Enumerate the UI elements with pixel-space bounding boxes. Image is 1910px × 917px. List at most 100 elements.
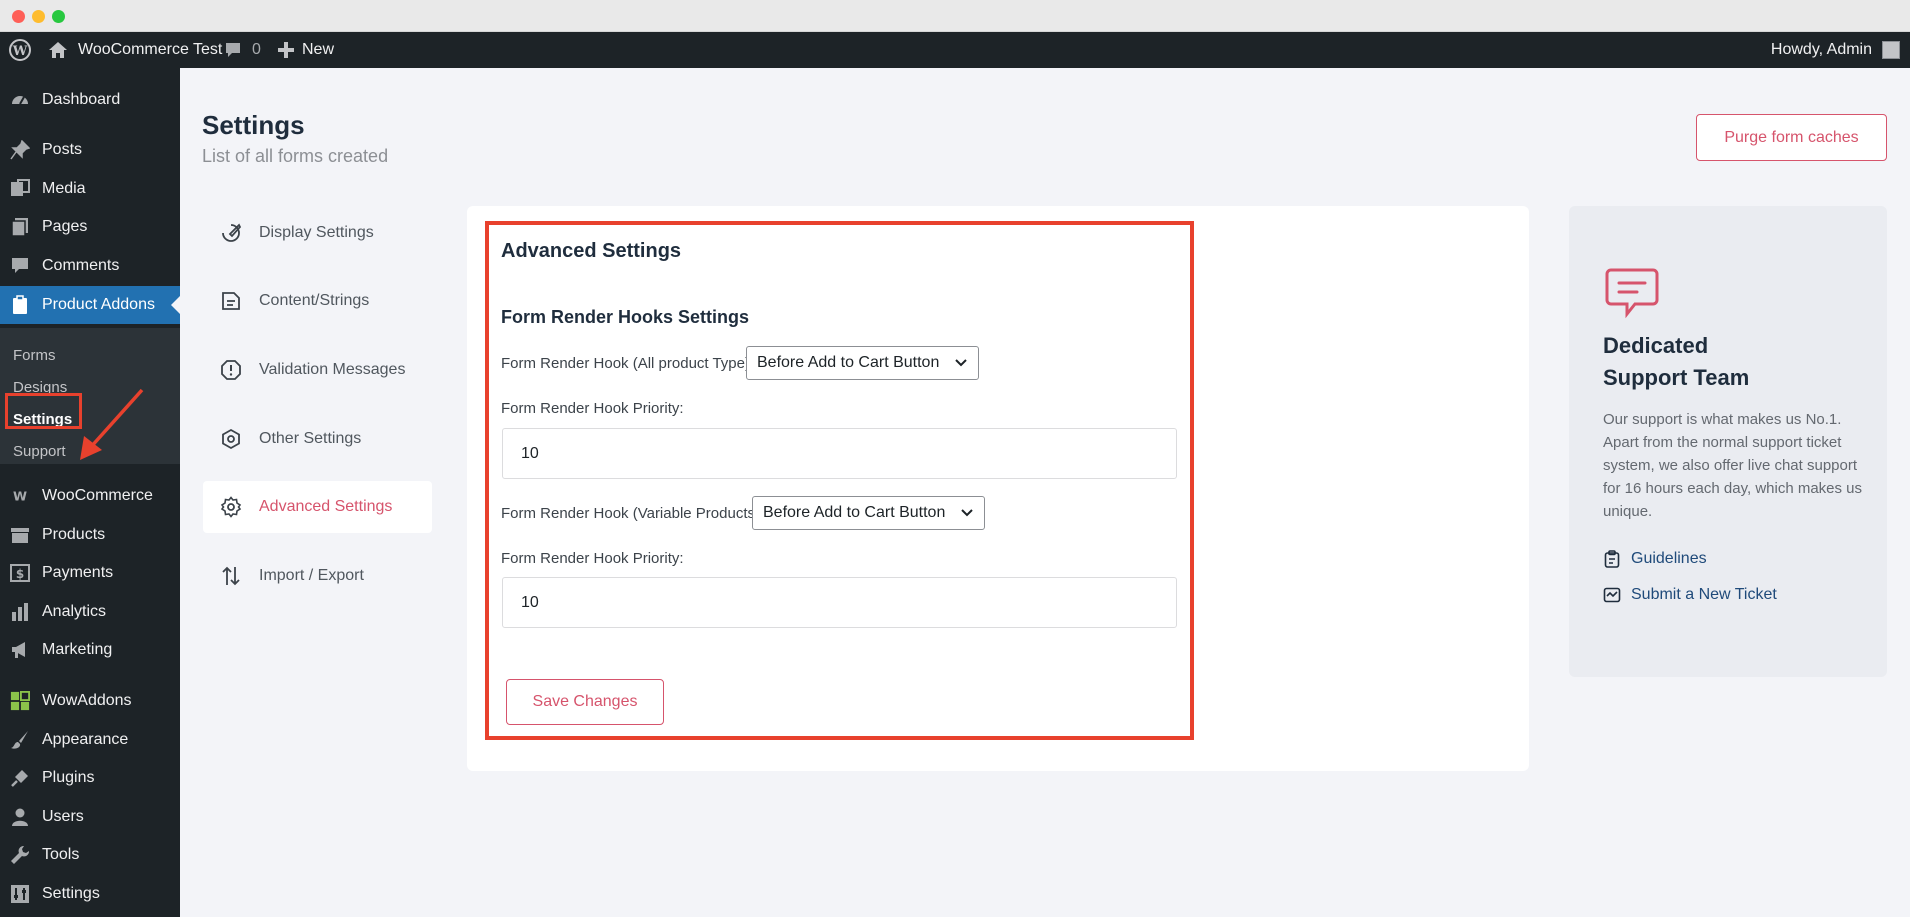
plus-icon [278, 42, 294, 58]
sidebar-item-products[interactable]: Products [0, 516, 180, 554]
guidelines-link[interactable]: Guidelines [1603, 550, 1707, 568]
sidebar-item-woocommerce[interactable]: W WooCommerce [0, 477, 180, 515]
sidebar-item-payments[interactable]: $ Payments [0, 554, 180, 592]
sidebar-item-pages[interactable]: Pages [0, 208, 180, 246]
advanced-settings-annotation-box [485, 221, 1194, 740]
tab-label: Content/Strings [259, 292, 370, 309]
sidebar-item-posts[interactable]: Posts [0, 131, 180, 169]
priority-variable-label: Form Render Hook Priority: [501, 550, 684, 567]
sidebar-item-dashboard[interactable]: Dashboard [0, 81, 180, 119]
archive-icon [10, 525, 30, 545]
close-window-button[interactable] [12, 10, 25, 23]
admin-bar: W WooCommerce Test 0 New Howdy, Admin [0, 32, 1910, 68]
svg-text:W: W [12, 44, 28, 59]
sidebar-item-wowaddons[interactable]: WowAddons [0, 682, 180, 720]
sidebar-item-label: Marketing [42, 641, 113, 658]
bar-chart-icon [10, 602, 30, 622]
sidebar-item-analytics[interactable]: Analytics [0, 593, 180, 631]
priority-variable-input[interactable]: 10 [502, 577, 1177, 628]
svg-text:$: $ [16, 567, 24, 581]
sidebar-item-label: Product Addons [42, 296, 155, 313]
submenu-item-support[interactable]: Support [13, 439, 66, 463]
grid-icon [10, 691, 30, 711]
sidebar-item-tools[interactable]: Tools [0, 836, 180, 874]
dashboard-icon [10, 90, 30, 110]
save-changes-button[interactable]: Save Changes [506, 679, 664, 725]
sidebar-item-label: Posts [42, 141, 83, 158]
advanced-settings-title: Advanced Settings [501, 240, 682, 262]
comments-link[interactable]: 0 [224, 32, 261, 68]
document-icon [219, 289, 243, 313]
sidebar-item-label: Plugins [42, 769, 95, 786]
woo-icon: W [10, 486, 30, 506]
purge-form-caches-button[interactable]: Purge form caches [1696, 114, 1887, 161]
sidebar-item-label: Media [42, 180, 86, 197]
brush-icon [10, 730, 30, 750]
form-render-hooks-title: Form Render Hooks Settings [501, 307, 750, 327]
zoom-window-button[interactable] [52, 10, 65, 23]
sidebar-item-label: Payments [42, 564, 114, 581]
chevron-down-icon [955, 359, 967, 367]
page-subtitle: List of all forms created [202, 146, 389, 166]
sidebar-item-settings[interactable]: Settings [0, 875, 180, 913]
submit-ticket-link[interactable]: Submit a New Ticket [1603, 586, 1777, 604]
priority-all-label: Form Render Hook Priority: [501, 400, 684, 417]
sidebar-item-label: WowAddons [42, 692, 132, 709]
site-name-link[interactable]: WooCommerce Test [48, 32, 222, 68]
sidebar-item-label: Settings [42, 885, 100, 902]
tab-label: Advanced Settings [259, 498, 393, 515]
svg-text:W: W [13, 489, 27, 504]
sidebar-item-label: WooCommerce [42, 487, 153, 504]
sidebar-item-label: Analytics [42, 603, 107, 620]
wordpress-logo-icon[interactable]: W [8, 32, 32, 68]
sidebar-item-appearance[interactable]: Appearance [0, 721, 180, 759]
pin-icon [10, 140, 30, 160]
support-description: Our support is what makes us No.1. Apart… [1603, 411, 1863, 520]
window-titlebar [0, 0, 1910, 32]
sidebar-item-media[interactable]: Media [0, 170, 180, 208]
hook-variable-select[interactable]: Before Add to Cart Button [752, 496, 985, 530]
alert-icon [219, 358, 243, 382]
hook-all-select[interactable]: Before Add to Cart Button [746, 346, 979, 380]
plug-icon [10, 768, 30, 788]
sidebar-item-label: Pages [42, 218, 88, 235]
submenu-item-forms[interactable]: Forms [13, 343, 56, 367]
new-content-link[interactable]: New [278, 32, 334, 68]
tab-import-export[interactable]: Import / Export [203, 550, 432, 602]
priority-all-input[interactable]: 10 [502, 428, 1177, 479]
sidebar-item-label: Appearance [42, 731, 129, 748]
tab-label: Validation Messages [259, 361, 406, 378]
sidebar-item-product-addons[interactable]: Product Addons [0, 286, 180, 324]
hook-variable-selected: Before Add to Cart Button [763, 504, 946, 521]
pages-icon [10, 217, 30, 237]
clipboard-icon [10, 295, 30, 315]
comment-count: 0 [252, 41, 261, 58]
account-menu[interactable]: Howdy, Admin [1771, 32, 1900, 68]
comment-bubble-icon [224, 41, 242, 59]
hook-all-selected: Before Add to Cart Button [757, 354, 940, 371]
site-name: WooCommerce Test [78, 41, 223, 58]
hook-all-label: Form Render Hook (All product Type) [501, 355, 750, 372]
minimize-window-button[interactable] [32, 10, 45, 23]
tab-display-settings[interactable]: Display Settings [203, 207, 432, 259]
sidebar-item-label: Dashboard [42, 91, 121, 108]
sidebar-item-plugins[interactable]: Plugins [0, 759, 180, 797]
home-icon [48, 41, 68, 59]
cog-icon [219, 427, 243, 451]
sidebar-item-marketing[interactable]: Marketing [0, 631, 180, 669]
clipboard-icon [1603, 550, 1621, 568]
sidebar-item-comments[interactable]: Comments [0, 247, 180, 285]
tab-validation-messages[interactable]: Validation Messages [203, 344, 432, 396]
tab-content-strings[interactable]: Content/Strings [203, 275, 432, 327]
sidebar-item-label: Users [42, 808, 84, 825]
sidebar-item-users[interactable]: Users [0, 798, 180, 836]
chat-bubble-icon [1605, 268, 1659, 319]
tab-other-settings[interactable]: Other Settings [203, 413, 432, 465]
tab-advanced-settings[interactable]: Advanced Settings [203, 481, 432, 533]
comment-icon [10, 256, 30, 276]
gear-icon [219, 495, 243, 519]
sliders-icon [10, 884, 30, 904]
chevron-down-icon [961, 509, 973, 517]
wrench-icon [10, 845, 30, 865]
howdy-text: Howdy, Admin [1770, 41, 1872, 58]
